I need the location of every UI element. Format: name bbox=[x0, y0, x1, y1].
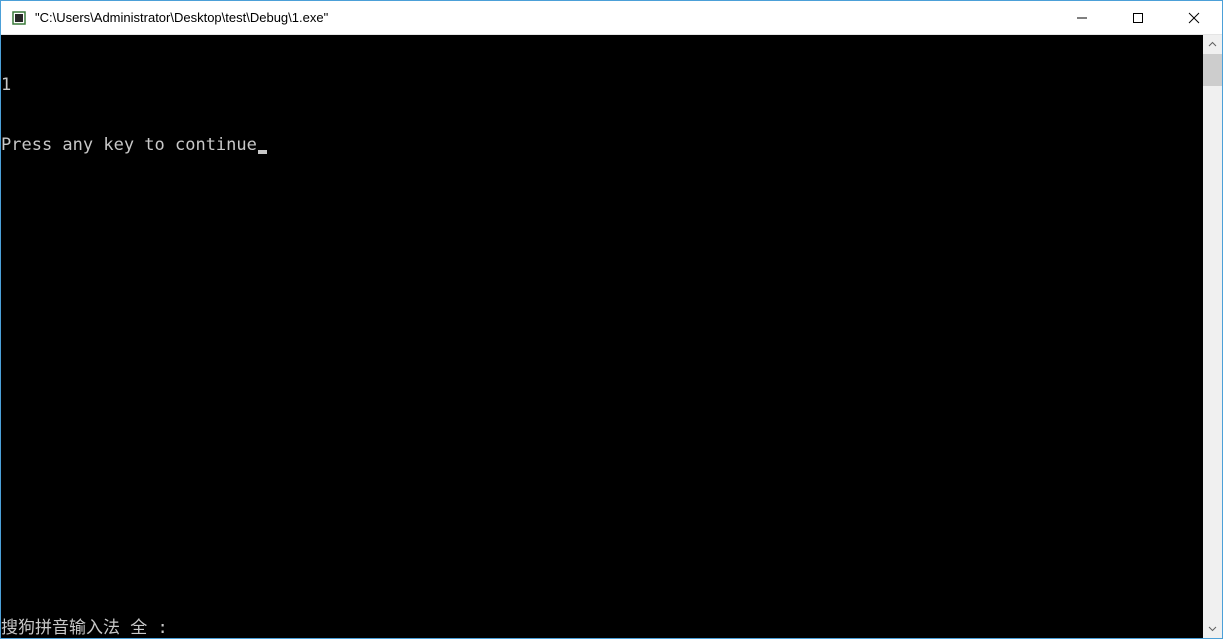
scrollbar-thumb[interactable] bbox=[1203, 54, 1222, 86]
text-cursor bbox=[258, 150, 267, 154]
close-button[interactable] bbox=[1166, 1, 1222, 34]
scroll-down-button[interactable] bbox=[1203, 619, 1222, 638]
scrollbar-track[interactable] bbox=[1203, 54, 1222, 619]
chevron-down-icon bbox=[1208, 624, 1217, 633]
scroll-up-button[interactable] bbox=[1203, 35, 1222, 54]
window-controls bbox=[1054, 1, 1222, 34]
window-title: "C:\Users\Administrator\Desktop\test\Deb… bbox=[35, 10, 1054, 25]
maximize-icon bbox=[1132, 12, 1144, 24]
maximize-button[interactable] bbox=[1110, 1, 1166, 34]
chevron-up-icon bbox=[1208, 40, 1217, 49]
console-window: "C:\Users\Administrator\Desktop\test\Deb… bbox=[0, 0, 1223, 639]
minimize-button[interactable] bbox=[1054, 1, 1110, 34]
titlebar[interactable]: "C:\Users\Administrator\Desktop\test\Deb… bbox=[1, 1, 1222, 35]
console-area: 1 Press any key to continue 搜狗拼音输入法 全 : bbox=[1, 35, 1222, 638]
close-icon bbox=[1188, 12, 1200, 24]
output-line: Press any key to continue bbox=[1, 135, 257, 155]
app-icon bbox=[11, 10, 27, 26]
output-line: 1 bbox=[1, 75, 1203, 95]
console-output[interactable]: 1 Press any key to continue 搜狗拼音输入法 全 : bbox=[1, 35, 1203, 638]
minimize-icon bbox=[1076, 12, 1088, 24]
ime-status-bar: 搜狗拼音输入法 全 : bbox=[1, 618, 168, 638]
vertical-scrollbar[interactable] bbox=[1203, 35, 1222, 638]
